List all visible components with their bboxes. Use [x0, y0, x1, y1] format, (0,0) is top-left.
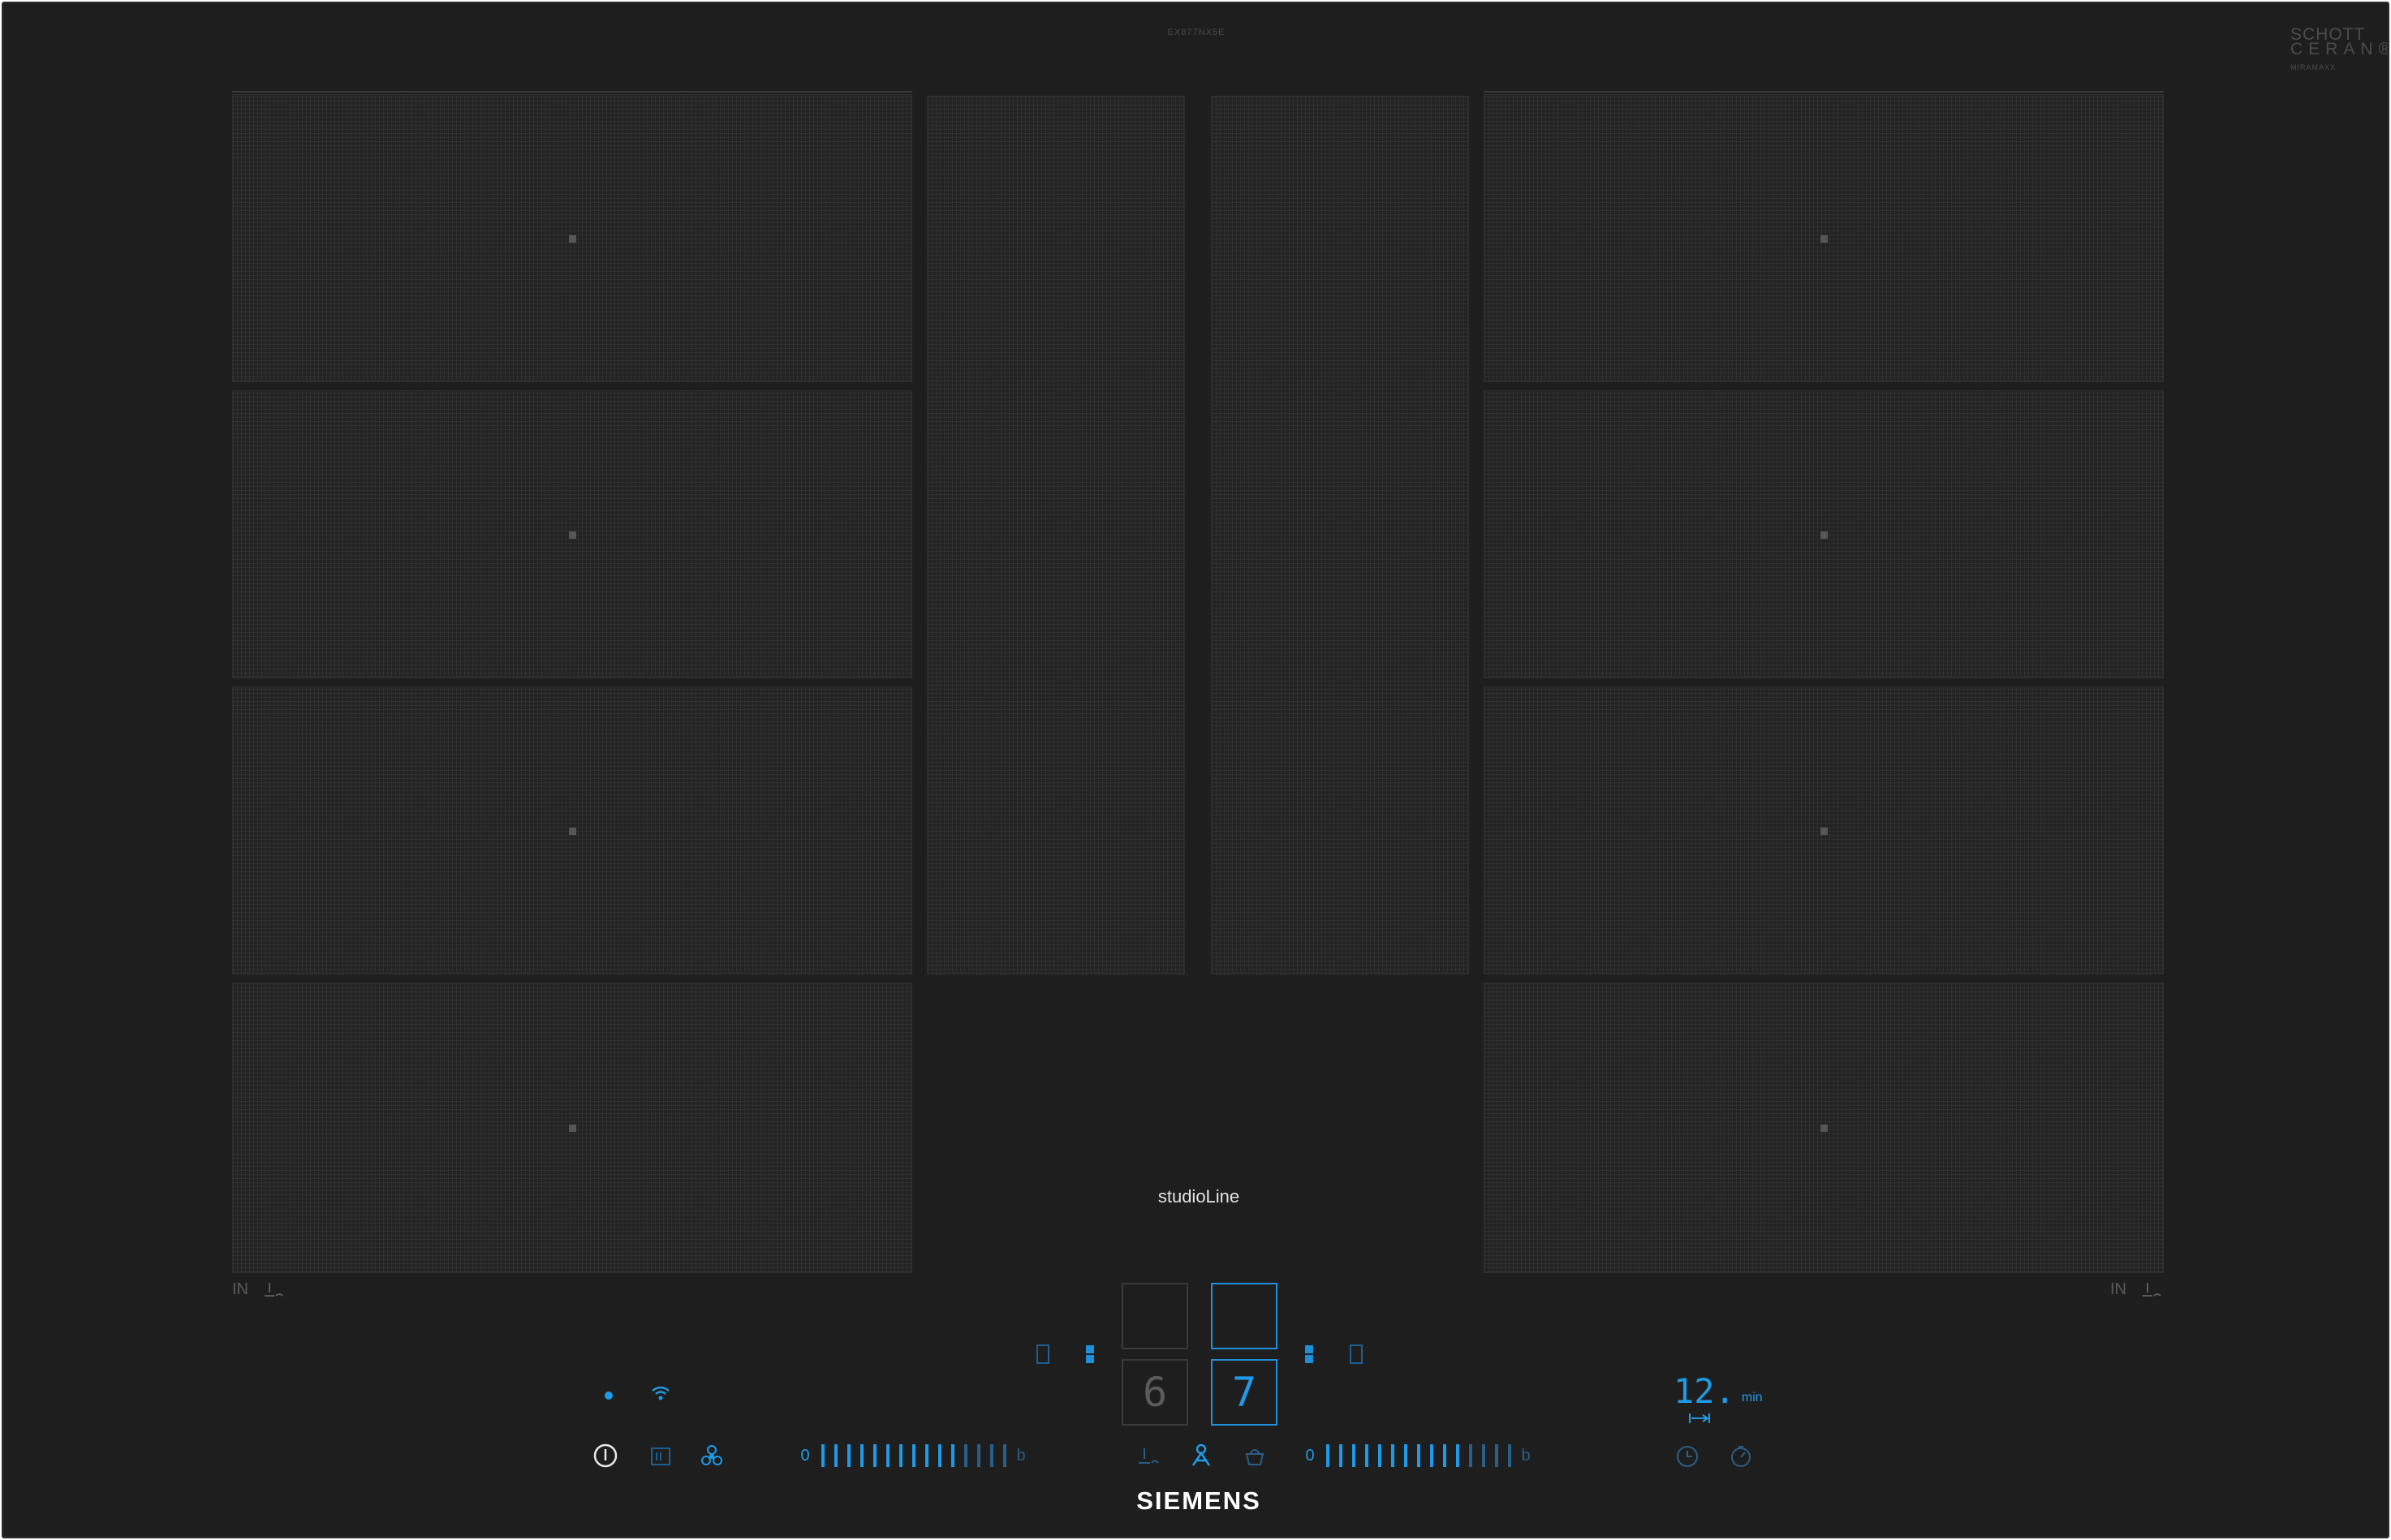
flex-zone-single-icon[interactable] — [1349, 1344, 1364, 1365]
status-dot-icon — [605, 1392, 613, 1400]
slider-tick[interactable] — [886, 1444, 890, 1467]
slider-tick[interactable] — [1508, 1444, 1511, 1467]
left-zone-top-edge — [232, 91, 912, 92]
timer-value: 12. — [1674, 1371, 1735, 1411]
slider-tick[interactable] — [873, 1444, 877, 1467]
slider-left-end-label: b — [1016, 1446, 1026, 1465]
slider-tick[interactable] — [1469, 1444, 1472, 1467]
slider-tick[interactable] — [1456, 1444, 1459, 1467]
zone-center-marker — [1820, 234, 1828, 243]
slider-tick[interactable] — [1365, 1444, 1368, 1467]
wifi-icon — [652, 1386, 670, 1400]
schott-ceran-logo: SCHOTT CERAN® MIRAMAXX — [2290, 26, 2389, 75]
schott-line-2: CERAN® — [2290, 40, 2389, 58]
zone-center-marker — [569, 1125, 576, 1132]
slider-tick[interactable] — [951, 1444, 954, 1467]
cooktop-glass-panel: EX877NX5E SCHOTT CERAN® MIRAMAXX studioL… — [2, 2, 2389, 1538]
left-cooking-zone-3[interactable] — [232, 686, 912, 974]
zone-select-left-rear[interactable] — [1122, 1283, 1188, 1349]
power-icon[interactable] — [592, 1443, 618, 1469]
hood-fan-icon[interactable] — [700, 1444, 724, 1469]
zone-select-right-rear[interactable] — [1211, 1283, 1277, 1349]
slider-right-ticks — [1316, 1444, 1511, 1467]
induction-label-right: IN — [2110, 1280, 2162, 1299]
induction-label-left: IN — [232, 1280, 284, 1299]
slider-tick[interactable] — [1003, 1444, 1006, 1467]
slider-tick[interactable] — [860, 1444, 864, 1467]
power-slider-left[interactable]: 0 b — [799, 1443, 1027, 1469]
frying-sensor-icon — [2143, 1282, 2161, 1297]
slider-tick[interactable] — [1482, 1444, 1485, 1467]
power-slider-right[interactable]: 0 b — [1303, 1443, 1532, 1469]
left-cooking-zone-4[interactable] — [232, 983, 912, 1273]
slider-tick[interactable] — [964, 1444, 967, 1467]
model-code-text: EX877NX5E — [1167, 28, 1226, 37]
flex-zone-combine-icon[interactable] — [1303, 1344, 1315, 1365]
slider-tick[interactable] — [847, 1444, 851, 1467]
slider-tick[interactable] — [1326, 1444, 1329, 1467]
slider-tick[interactable] — [977, 1444, 980, 1467]
slider-right-start-label: 0 — [1305, 1446, 1315, 1465]
left-cooking-zone-1[interactable] — [232, 94, 912, 382]
right-cooking-zone-3[interactable] — [1484, 686, 2164, 974]
zone-center-marker — [1820, 531, 1828, 539]
timer-clock-icon[interactable] — [1675, 1444, 1700, 1469]
zone-center-marker — [1820, 1125, 1828, 1132]
slider-tick[interactable] — [1430, 1444, 1433, 1467]
zone-select-left-front[interactable]: 6 — [1122, 1359, 1188, 1426]
slider-right-end-label: b — [1521, 1446, 1531, 1465]
slider-tick[interactable] — [1352, 1444, 1355, 1467]
home-connect-icon[interactable] — [649, 1446, 672, 1467]
left-zone-power-display: 6 — [1142, 1369, 1168, 1416]
slider-tick[interactable] — [990, 1444, 993, 1467]
cooking-basket-icon[interactable] — [1243, 1444, 1266, 1467]
slider-tick[interactable] — [912, 1444, 915, 1467]
slider-tick[interactable] — [1339, 1444, 1342, 1467]
slider-tick[interactable] — [821, 1444, 825, 1467]
slider-tick[interactable] — [1391, 1444, 1394, 1467]
schott-line-3: MIRAMAXX — [2290, 63, 2337, 71]
slider-tick[interactable] — [899, 1444, 903, 1467]
frying-sensor-icon[interactable] — [1135, 1446, 1159, 1467]
frying-sensor-icon — [265, 1282, 283, 1297]
timer-unit: min — [1741, 1391, 1763, 1404]
right-zone-power-display: 7 — [1231, 1369, 1257, 1416]
duration-arrow-icon — [1689, 1413, 1710, 1423]
series-label: studioLine — [1157, 1186, 1240, 1207]
zone-center-marker — [569, 827, 576, 835]
move-function-icon[interactable] — [1190, 1443, 1213, 1469]
zone-center-marker — [1820, 827, 1828, 835]
zone-center-marker — [569, 234, 576, 243]
slider-tick[interactable] — [938, 1444, 941, 1467]
zone-center-marker — [569, 531, 576, 539]
right-cooking-zone-2[interactable] — [1484, 390, 2164, 678]
slider-left-start-label: 0 — [800, 1446, 810, 1465]
right-zone-top-edge — [1484, 91, 2164, 92]
slider-tick[interactable] — [1378, 1444, 1381, 1467]
slider-tick[interactable] — [1443, 1444, 1446, 1467]
slider-tick[interactable] — [1417, 1444, 1420, 1467]
induction-text: IN — [2110, 1280, 2126, 1298]
slider-tick[interactable] — [834, 1444, 838, 1467]
slider-tick[interactable] — [925, 1444, 928, 1467]
center-strip-left[interactable] — [927, 96, 1185, 974]
slider-tick[interactable] — [1404, 1444, 1407, 1467]
center-strip-right[interactable] — [1211, 96, 1469, 974]
stopwatch-icon[interactable] — [1729, 1444, 1753, 1469]
right-cooking-zone-1[interactable] — [1484, 94, 2164, 382]
induction-text: IN — [232, 1280, 248, 1298]
brand-logo: SIEMENS — [1136, 1486, 1261, 1515]
flex-zone-single-icon[interactable] — [1036, 1344, 1050, 1365]
timer-display: 12. min — [1674, 1374, 1763, 1409]
zone-select-right-front[interactable]: 7 — [1211, 1359, 1277, 1426]
right-cooking-zone-4[interactable] — [1484, 983, 2164, 1273]
slider-tick[interactable] — [1495, 1444, 1498, 1467]
left-cooking-zone-2[interactable] — [232, 390, 912, 678]
flex-zone-combine-icon[interactable] — [1084, 1344, 1096, 1365]
slider-left-ticks — [812, 1444, 1006, 1467]
